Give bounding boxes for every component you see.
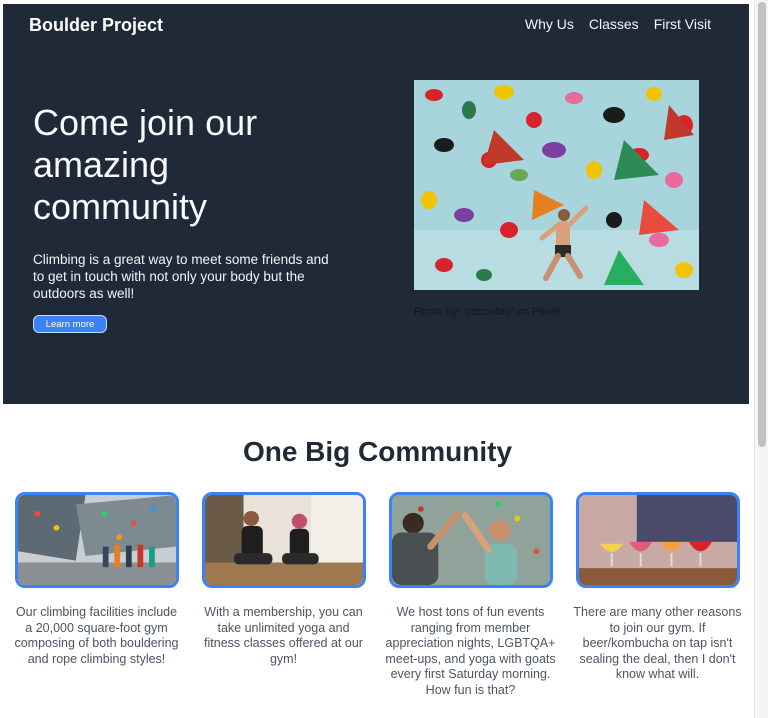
hero-climbing-wall-photo	[414, 80, 699, 290]
nav-link-first-visit[interactable]: First Visit	[654, 16, 711, 32]
main-nav: Why Us Classes First Visit	[525, 16, 711, 32]
high-five-photo	[388, 492, 553, 588]
community-card-taproom: There are many other reasons to join our…	[570, 492, 745, 683]
beer-flight-photo	[575, 492, 740, 588]
hero-subtitle: Climbing is a great way to meet some fri…	[33, 252, 329, 301]
page-scrollbar[interactable]	[754, 0, 768, 718]
hero-title: Come join our amazing community	[33, 102, 258, 227]
nav-link-why-us[interactable]: Why Us	[525, 16, 574, 32]
yoga-class-photo	[201, 492, 366, 588]
brand-logo[interactable]: Boulder Project	[29, 15, 163, 36]
community-card-yoga: With a membership, you can take unlimite…	[196, 492, 371, 667]
scrollbar-thumb[interactable]	[758, 2, 766, 447]
community-card-events: We host tons of fun events ranging from …	[383, 492, 558, 698]
community-section-title: One Big Community	[242, 436, 513, 467]
card-text: With a membership, you can take unlimite…	[204, 605, 363, 666]
card-text: We host tons of fun events ranging from …	[385, 605, 556, 697]
card-text: There are many other reasons to join our…	[573, 605, 742, 681]
hero-section: Boulder Project Why Us Classes First Vis…	[3, 4, 749, 404]
photo-credit: Photo by: 'cottonbro' on Pexel	[414, 306, 560, 318]
card-text: Our climbing facilities include a 20,000…	[14, 605, 179, 666]
community-card-facilities: Our climbing facilities include a 20,000…	[9, 492, 184, 667]
learn-more-button[interactable]: Learn more	[33, 315, 107, 333]
climbing-gym-photo	[14, 492, 179, 588]
nav-link-classes[interactable]: Classes	[589, 16, 639, 32]
